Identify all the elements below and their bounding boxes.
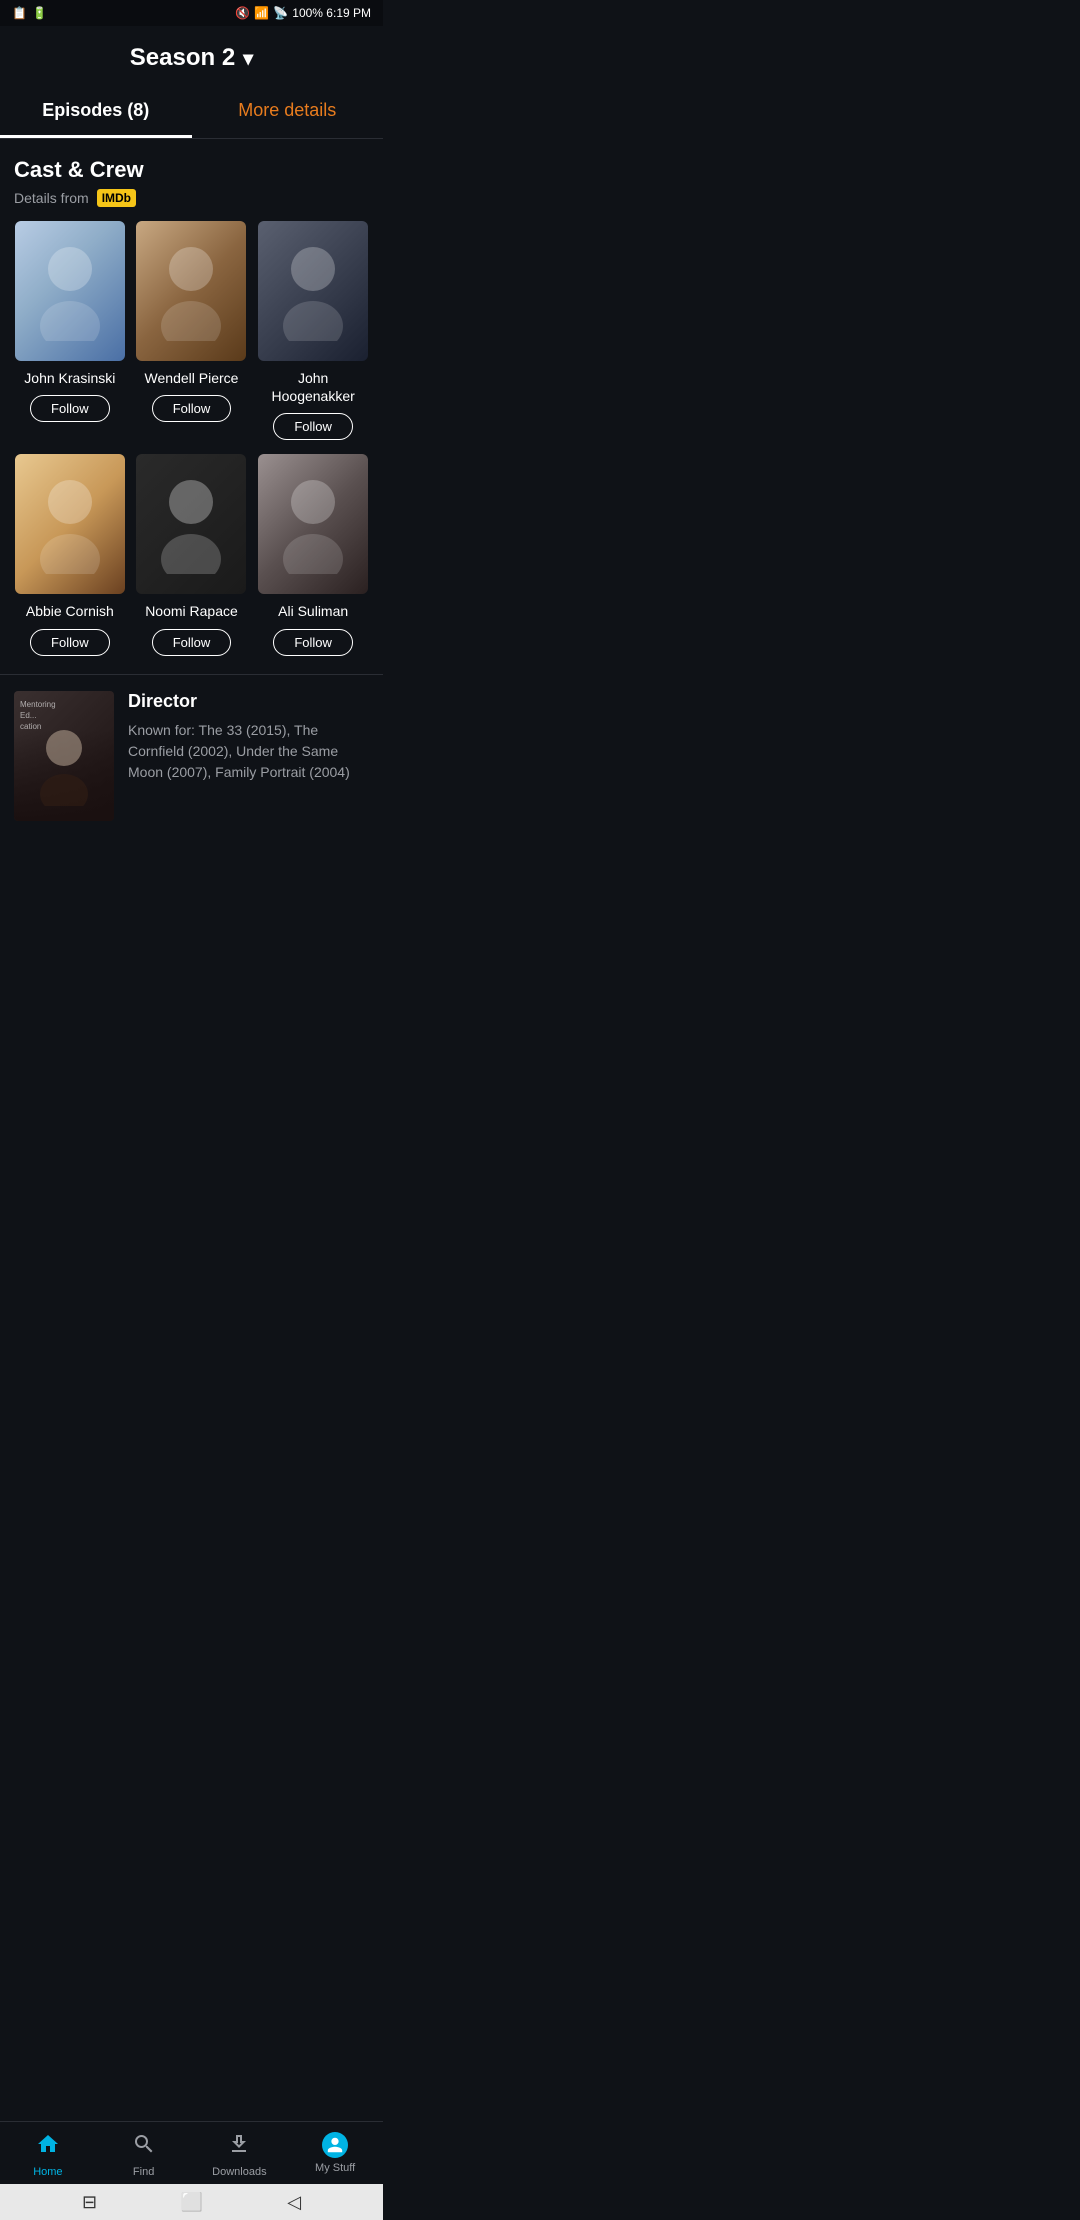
season-label: Season 2	[130, 44, 235, 72]
imdb-badge: IMDb	[97, 189, 136, 207]
follow-button-abbie-cornish[interactable]: Follow	[30, 629, 110, 656]
cast-photo-abbie-cornish	[15, 454, 125, 594]
battery-icon-small: 🔋	[32, 6, 47, 20]
nav-my-stuff-label: My Stuff	[315, 2162, 355, 2174]
person-silhouette-john	[35, 241, 105, 341]
nav-home-label: Home	[33, 2166, 62, 2178]
nav-find-label: Find	[133, 2166, 154, 2178]
person-silhouette-wendell	[156, 241, 226, 341]
cast-crew-title: Cast & Crew	[14, 157, 369, 183]
system-menu-button[interactable]: ⊟	[82, 2192, 97, 2213]
cast-card-noomi-rapace: Noomi Rapace Follow	[136, 454, 248, 659]
director-known-for: Known for: The 33 (2015), The Cornfield …	[128, 720, 369, 783]
nav-find[interactable]: Find	[114, 2132, 174, 2178]
downloads-icon	[227, 2132, 251, 2162]
system-nav: ⊟ ⬜ ◁	[0, 2184, 383, 2220]
tab-more-details[interactable]: More details	[192, 86, 384, 138]
person-silhouette-john-h	[278, 241, 348, 341]
status-right-info: 🔇 📶 📡 100% 6:19 PM	[235, 6, 371, 20]
cast-name-john-hoogenakker: John Hoogenakker	[257, 369, 369, 405]
nav-downloads-label: Downloads	[212, 2166, 266, 2178]
cast-card-ali-suliman: Ali Suliman Follow	[257, 454, 369, 659]
status-left-icons: 📋 🔋	[12, 6, 47, 20]
director-info: Director Known for: The 33 (2015), The C…	[128, 691, 369, 821]
cast-card-wendell-pierce: Wendell Pierce Follow	[136, 221, 248, 444]
person-silhouette-ali	[278, 474, 348, 574]
cast-name-wendell-pierce: Wendell Pierce	[145, 369, 239, 387]
follow-button-john-hoogenakker[interactable]: Follow	[273, 413, 353, 440]
cast-grid: John Krasinski Follow Wendell Pierce Fol…	[0, 221, 383, 660]
system-home-button[interactable]: ⬜	[181, 2192, 203, 2213]
details-from-label: Details from	[14, 190, 89, 206]
person-silhouette-abbie	[35, 474, 105, 574]
director-label: Director	[128, 691, 369, 712]
battery-percent: 100% 6:19 PM	[292, 6, 371, 20]
cast-name-john-krasinski: John Krasinski	[24, 369, 115, 387]
my-stuff-avatar	[322, 2132, 348, 2158]
home-icon	[36, 2132, 60, 2162]
nav-downloads[interactable]: Downloads	[209, 2132, 269, 2178]
tabs-bar: Episodes (8) More details	[0, 86, 383, 139]
cast-name-noomi-rapace: Noomi Rapace	[145, 602, 238, 620]
wifi-icon: 📶	[254, 6, 269, 20]
cast-name-ali-suliman: Ali Suliman	[278, 602, 348, 620]
bottom-nav: Home Find Downloads My Stuff	[0, 2121, 383, 2184]
cast-card-john-krasinski: John Krasinski Follow	[14, 221, 126, 444]
follow-button-ali-suliman[interactable]: Follow	[273, 629, 353, 656]
nav-home[interactable]: Home	[18, 2132, 78, 2178]
follow-button-noomi-rapace[interactable]: Follow	[152, 629, 232, 656]
cast-photo-noomi-rapace	[136, 454, 246, 594]
cast-photo-ali-suliman	[258, 454, 368, 594]
find-icon	[132, 2132, 156, 2162]
mute-icon: 🔇	[235, 6, 250, 20]
follow-button-wendell-pierce[interactable]: Follow	[152, 395, 232, 422]
cast-name-abbie-cornish: Abbie Cornish	[26, 602, 114, 620]
nav-my-stuff[interactable]: My Stuff	[305, 2132, 365, 2178]
system-back-button[interactable]: ◁	[287, 2192, 301, 2213]
cast-card-abbie-cornish: Abbie Cornish Follow	[14, 454, 126, 659]
cast-photo-wendell-pierce	[136, 221, 246, 361]
signal-icon: 📡	[273, 6, 288, 20]
season-selector[interactable]: Season 2 ▾	[0, 26, 383, 86]
chevron-down-icon: ▾	[243, 46, 253, 71]
director-silhouette	[34, 726, 94, 806]
app-icon-1: 📋	[12, 6, 27, 20]
cast-photo-john-hoogenakker	[258, 221, 368, 361]
director-photo: Mentoring Ed... cation	[14, 691, 114, 821]
follow-button-john-krasinski[interactable]: Follow	[30, 395, 110, 422]
cast-crew-section: Cast & Crew Details from IMDb	[0, 139, 383, 207]
director-section: Mentoring Ed... cation Director Known fo…	[0, 674, 383, 837]
person-silhouette-noomi	[156, 474, 226, 574]
tab-episodes[interactable]: Episodes (8)	[0, 86, 192, 138]
status-bar: 📋 🔋 🔇 📶 📡 100% 6:19 PM	[0, 0, 383, 26]
cast-card-john-hoogenakker: John Hoogenakker Follow	[257, 221, 369, 444]
imdb-line: Details from IMDb	[14, 189, 369, 207]
cast-photo-john-krasinski	[15, 221, 125, 361]
